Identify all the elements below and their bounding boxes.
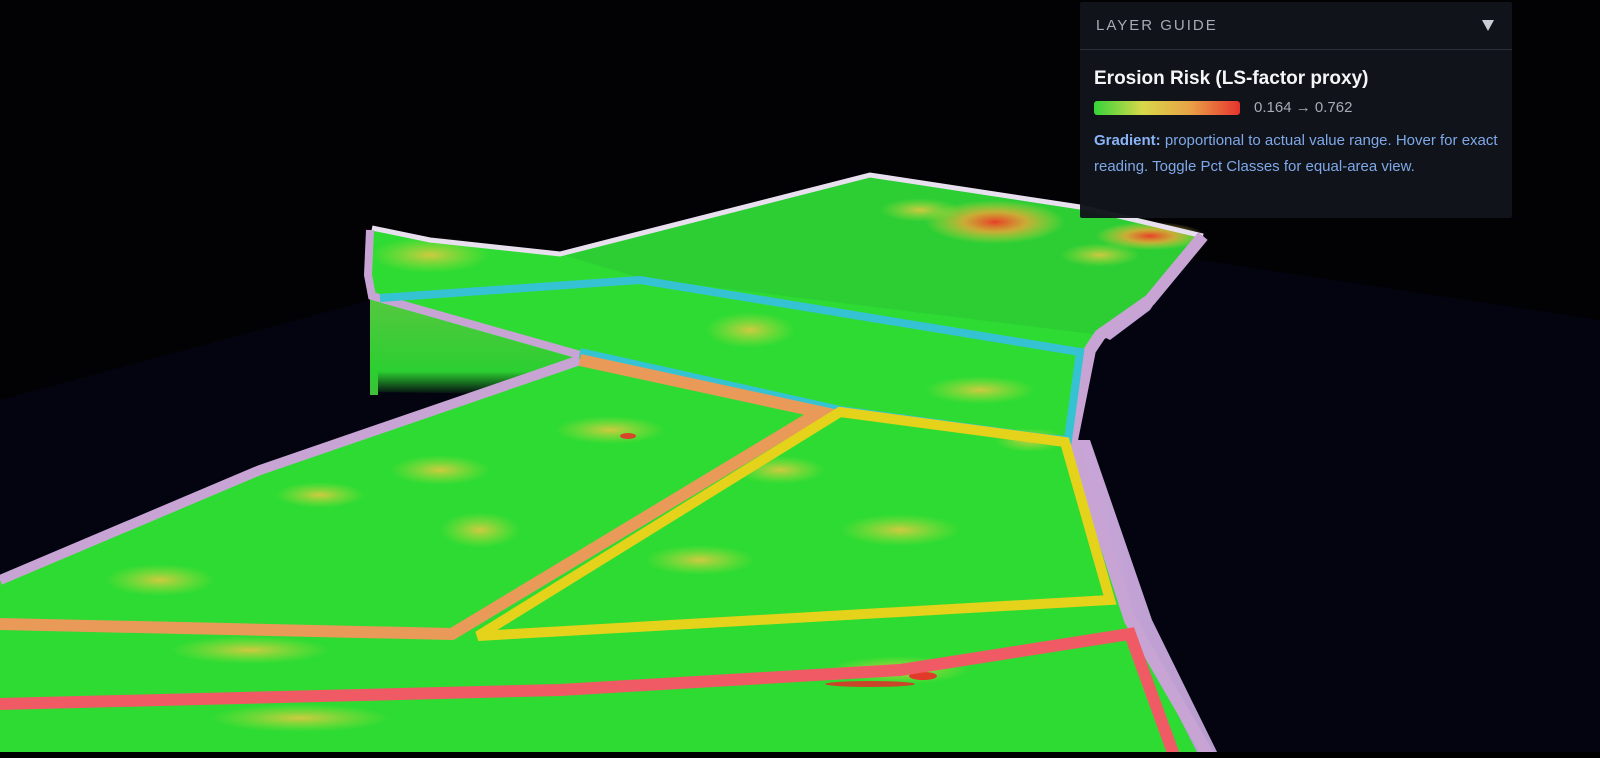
warm-patch [440,512,520,548]
warm-patch [170,636,330,664]
bottom-band [0,752,1600,758]
warm-patch [390,455,490,485]
warm-patch [705,312,795,348]
warm-patch [880,198,960,222]
legend-row: 0.164 → 0.762 [1094,99,1498,116]
layer-guide-header[interactable]: LAYER GUIDE [1080,2,1512,50]
layer-guide-title: LAYER GUIDE [1096,17,1218,34]
triangle-down-icon[interactable] [1482,20,1494,31]
hotspot [825,681,915,687]
warm-patch [925,376,1035,404]
color-ramp-legend [1094,100,1240,115]
hotspot [620,433,636,439]
warm-patch [555,416,665,444]
legend-range: 0.164 → 0.762 [1254,99,1353,116]
warm-patch [105,564,215,596]
layer-name: Erosion Risk (LS-factor proxy) [1094,68,1369,89]
warm-patch [645,545,755,575]
gradient-note: Gradient: proportional to actual value r… [1094,128,1498,180]
layer-guide-panel: LAYER GUIDE Erosion Risk (LS-factor prox… [1080,2,1512,218]
warm-patch [275,482,365,508]
warm-patch [840,514,960,546]
warm-patch [1060,243,1140,267]
gradient-note-label: Gradient: [1094,132,1161,149]
layer-guide-body: Erosion Risk (LS-factor proxy) 0.164 → 0… [1080,50,1512,180]
warm-patch [210,704,390,732]
